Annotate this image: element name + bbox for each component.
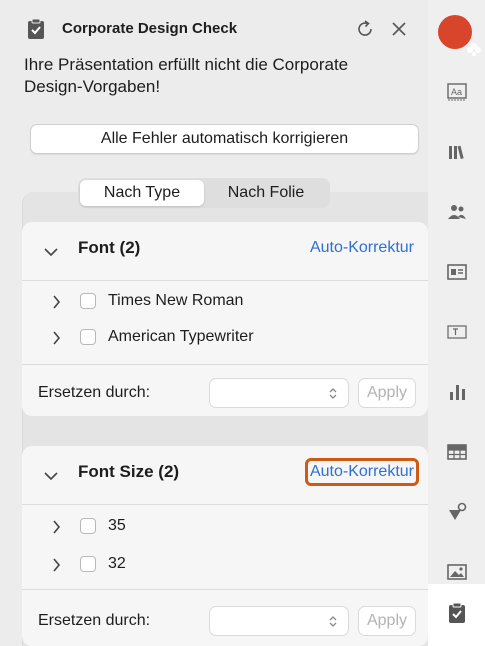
divider [22,589,428,590]
chevron-down-icon[interactable] [44,244,58,257]
panel-title: Corporate Design Check [62,20,238,37]
people-button[interactable] [428,184,485,242]
item-label: 35 [108,517,126,534]
list-item[interactable]: 32 [52,554,392,576]
card-header: Font Size (2) Auto-Korrektur [22,446,428,504]
updown-arrows-icon [328,386,338,401]
apply-button[interactable]: Apply [358,378,416,408]
updown-arrows-icon [328,614,338,629]
compliance-message: Ihre Präsentation erfüllt nicht die Corp… [24,55,349,96]
autofix-all-button[interactable]: Alle Fehler automatisch korrigieren [30,124,419,154]
item-label: 32 [108,555,126,572]
list-item[interactable]: Times New Roman [52,291,392,313]
font-size-card: Font Size (2) Auto-Korrektur 35 32 Erset… [22,446,428,646]
replace-row: Ersetzen durch: Apply [22,378,428,412]
chevron-right-icon[interactable] [52,331,61,345]
svg-text:Aa: Aa [451,87,462,97]
tab-by-type[interactable]: Nach Type [80,180,204,206]
item-label: Times New Roman [108,292,244,309]
item-checkbox[interactable] [80,518,96,534]
layout-button[interactable] [428,244,485,302]
view-tabs: Nach Type Nach Folie [78,178,330,208]
addin-logo [438,15,481,56]
clipboard-check-icon [26,18,46,40]
tab-by-slide[interactable]: Nach Folie [204,180,328,206]
shapes-button[interactable] [428,484,485,542]
list-item[interactable]: 35 [52,516,392,538]
apply-button[interactable]: Apply [358,606,416,636]
list-item[interactable]: American Typewriter [52,327,392,349]
addin-logo-button[interactable] [428,0,485,58]
textbox-button[interactable] [428,304,485,362]
item-checkbox[interactable] [80,329,96,345]
replace-label: Ersetzen durch: [38,384,151,401]
chevron-right-icon[interactable] [52,558,61,572]
item-label: American Typewriter [108,328,254,345]
reload-icon[interactable] [354,18,376,40]
title-row: Corporate Design Check [14,18,416,42]
close-icon[interactable] [388,18,410,40]
library-button[interactable] [428,124,485,182]
text-style-button[interactable]: Aa [428,64,485,122]
replace-row: Ersetzen durch: Apply [22,606,428,640]
chevron-right-icon[interactable] [52,520,61,534]
font-select[interactable] [209,378,349,408]
panel-header: Corporate Design Check Ihre Präsentation… [0,0,428,192]
chevron-right-icon[interactable] [52,295,61,309]
item-checkbox[interactable] [80,293,96,309]
font-card: Font (2) Auto-Korrektur Times New Roman … [22,222,428,416]
chevron-down-icon[interactable] [44,468,58,481]
divider [22,364,428,365]
chart-button[interactable] [428,364,485,422]
card-title: Font Size (2) [78,462,180,481]
check-button[interactable] [428,584,485,646]
replace-label: Ersetzen durch: [38,612,151,629]
divider [22,504,428,505]
divider [22,280,428,281]
card-title: Font (2) [78,238,141,257]
auto-correct-link[interactable]: Auto-Korrektur [304,458,420,486]
design-check-panel: Corporate Design Check Ihre Präsentation… [0,0,428,646]
font-size-select[interactable] [209,606,349,636]
card-header: Font (2) Auto-Korrektur [22,222,428,280]
right-toolbar: Aa [428,0,485,646]
item-checkbox[interactable] [80,556,96,572]
table-button[interactable] [428,424,485,482]
auto-correct-link[interactable]: Auto-Korrektur [310,239,414,257]
